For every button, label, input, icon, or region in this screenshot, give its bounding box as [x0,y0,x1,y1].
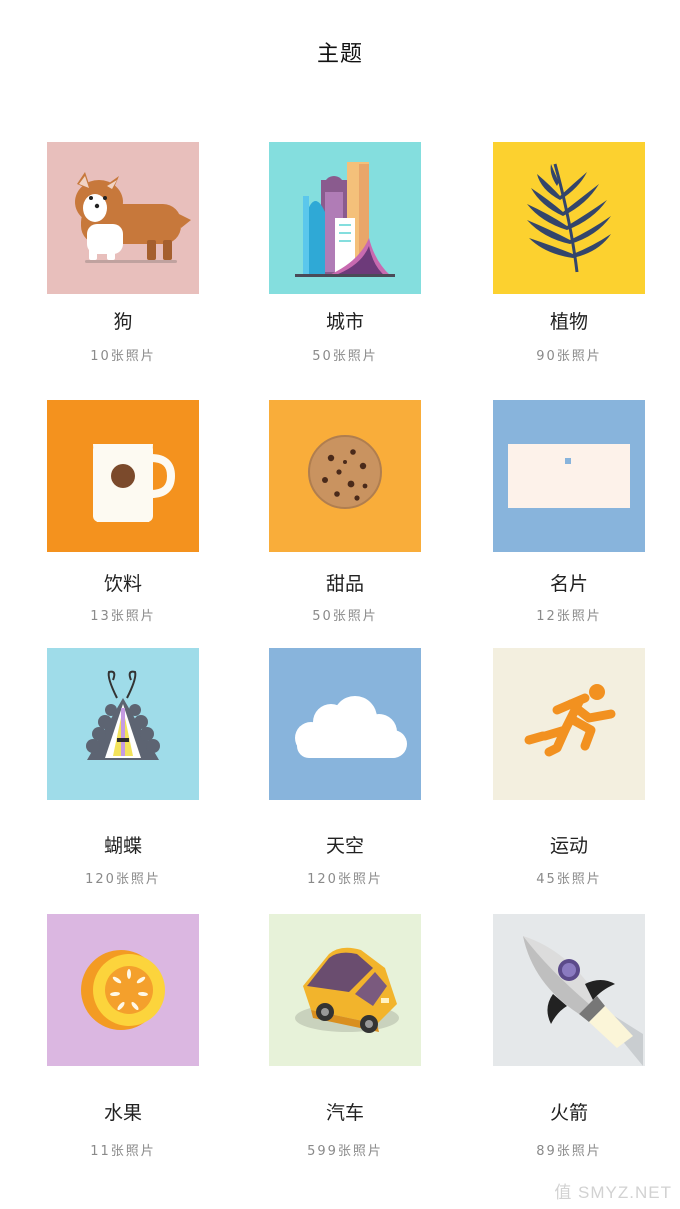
cloud-icon [269,648,421,800]
cookie-icon [269,400,421,552]
theme-name: 甜品 [325,573,364,595]
theme-name: 植物 [549,311,588,333]
photo-count: 89张照片 [536,1144,602,1159]
rocket-thumbnail[interactable] [493,914,645,1066]
photo-count: 50张照片 [312,609,378,624]
businesscard-thumbnail[interactable] [493,400,645,552]
business-card-icon [493,400,645,552]
dessert-thumbnail[interactable] [269,400,421,552]
plant-thumbnail[interactable] [493,142,645,294]
photo-count: 12张照片 [536,609,602,624]
runner-icon [493,648,645,800]
fruit-thumbnail[interactable] [47,914,199,1066]
photo-count: 10张照片 [90,349,156,364]
watermark-text: 值 SMYZ.NET [554,1183,672,1202]
car-icon [269,914,421,1066]
theme-grid: 狗 10张照片 城市 50张照片 植物 90张照片 饮料 13张照片 甜品 50… [0,0,680,1209]
photo-count: 90张照片 [536,349,602,364]
theme-name: 水果 [103,1102,142,1124]
theme-name: 天空 [325,835,364,857]
theme-name: 汽车 [325,1102,364,1124]
dog-thumbnail[interactable] [47,142,199,294]
drink-thumbnail[interactable] [47,400,199,552]
rocket-icon [493,914,645,1066]
theme-name: 名片 [549,573,588,595]
dog-icon [47,142,199,294]
photo-count: 50张照片 [312,349,378,364]
coffee-mug-icon [47,400,199,552]
theme-name: 蝴蝶 [103,835,142,857]
photo-count: 120张照片 [85,872,161,887]
photo-count: 45张照片 [536,872,602,887]
fern-icon [493,142,645,294]
theme-name: 运动 [549,835,588,857]
butterfly-icon [47,648,199,800]
city-icon [269,142,421,294]
photo-count: 13张照片 [90,609,156,624]
sky-thumbnail[interactable] [269,648,421,800]
melon-icon [47,914,199,1066]
theme-name: 火箭 [549,1102,588,1124]
theme-name: 狗 [113,311,133,333]
theme-name: 城市 [325,311,364,333]
photo-count: 11张照片 [90,1144,156,1159]
theme-name: 饮料 [103,573,142,595]
sport-thumbnail[interactable] [493,648,645,800]
photo-count: 120张照片 [307,872,383,887]
city-thumbnail[interactable] [269,142,421,294]
car-thumbnail[interactable] [269,914,421,1066]
butterfly-thumbnail[interactable] [47,648,199,800]
photo-count: 599张照片 [307,1144,383,1159]
